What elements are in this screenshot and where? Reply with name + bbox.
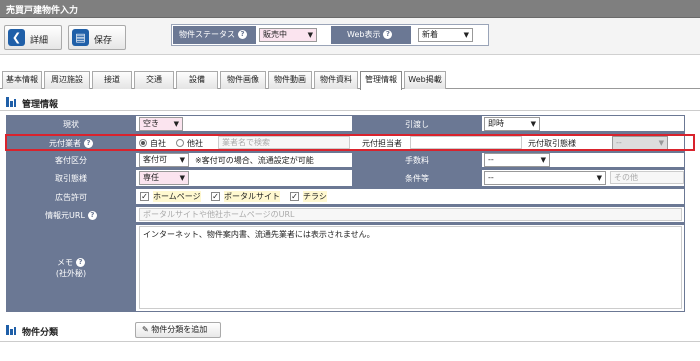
info-url-input[interactable]: ポータルサイトや他社ホームページのURL	[139, 208, 682, 221]
brokerage-value: 客付可	[143, 155, 167, 164]
brokerage-label: 客付区分	[55, 156, 87, 165]
memo-label-text: メモ	[57, 258, 73, 267]
property-status-label-text: 物件ステータス	[179, 30, 235, 39]
section-grid-icon	[6, 325, 16, 335]
tab-facilities[interactable]: 設備	[176, 71, 218, 89]
handover-value: 即時	[488, 119, 504, 128]
section-title-management: 管理情報	[22, 100, 59, 110]
section-grid-icon	[6, 97, 16, 107]
tab-management-info[interactable]: 管理情報	[360, 71, 402, 90]
ad-homepage-label: ホームページ	[153, 191, 201, 202]
info-url-label-text: 情報元URL	[45, 211, 85, 220]
tab-web-listing[interactable]: Web掲載	[404, 71, 446, 89]
help-icon[interactable]: ?	[76, 258, 85, 267]
conditions-other-input[interactable]: その他	[610, 171, 684, 184]
ad-flyer-checkbox[interactable]: ✓	[290, 192, 299, 201]
save-button-label: 保存	[94, 36, 113, 46]
brokerage-note: ※客付可の場合、流通設定が可能	[195, 156, 314, 165]
memo-textarea[interactable]: インターネット、物件案内書、流通先業者には表示されません。	[139, 226, 682, 309]
chevron-down-icon: ▼	[307, 31, 313, 39]
ad-flyer-label: チラシ	[303, 191, 327, 202]
save-button[interactable]: ▤ 保存	[68, 25, 126, 50]
web-display-label: Web表示?	[331, 26, 411, 44]
transaction-select[interactable]: 専任 ▼	[139, 171, 189, 185]
memo-sublabel: (社外秘)	[55, 269, 87, 278]
commission-value: --	[488, 155, 494, 164]
status-panel: 物件ステータス? 販売中 ▼ Web表示? 新着 ▼	[171, 24, 489, 46]
ad-portal-label: ポータルサイト	[224, 191, 280, 202]
help-icon[interactable]: ?	[87, 211, 97, 220]
status-value: 空き	[143, 119, 159, 128]
chevron-down-icon: ▼	[179, 174, 185, 182]
window-titlebar: 売買戸建物件入力	[0, 0, 700, 18]
tab-road-access[interactable]: 接道	[92, 71, 132, 89]
add-category-label: 物件分類を追加	[151, 325, 208, 334]
tab-property-videos[interactable]: 物件動画	[268, 71, 312, 89]
chevron-down-icon: ▼	[173, 120, 179, 128]
chevron-down-icon: ▼	[540, 156, 546, 164]
property-status-value: 販売中	[263, 30, 287, 39]
status-select[interactable]: 空き ▼	[139, 117, 183, 131]
tab-bar: 基本情報 周辺施設 接道 交通 設備 物件画像 物件動画 物件資料 管理情報 W…	[0, 71, 700, 90]
tab-transportation[interactable]: 交通	[134, 71, 174, 89]
status-label: 現状	[63, 120, 79, 129]
property-status-select[interactable]: 販売中 ▼	[259, 28, 317, 42]
handover-select[interactable]: 即時 ▼	[484, 117, 540, 131]
chevron-down-icon: ▼	[463, 31, 469, 39]
info-url-label: 情報元URL?	[6, 210, 136, 221]
memo-label: メモ?	[6, 257, 136, 268]
section-divider	[0, 110, 700, 111]
commission-select[interactable]: -- ▼	[484, 153, 550, 167]
detail-button[interactable]: ❮ 詳細	[4, 25, 62, 50]
floppy-disk-icon: ▤	[72, 29, 89, 46]
handover-label: 引渡し	[405, 120, 429, 129]
conditions-select[interactable]: -- ▼	[484, 171, 606, 185]
edit-icon: ✎	[142, 325, 149, 334]
highlight-box	[5, 134, 695, 151]
tab-property-documents[interactable]: 物件資料	[314, 71, 358, 89]
property-status-label: 物件ステータス?	[173, 26, 256, 44]
web-display-label-text: Web表示	[347, 30, 381, 39]
conditions-label: 条件等	[405, 174, 429, 183]
conditions-value: --	[488, 173, 494, 182]
help-icon[interactable]: ?	[383, 30, 393, 39]
memo-text: インターネット、物件案内書、流通先業者には表示されません。	[143, 230, 375, 239]
chevron-down-icon: ▼	[530, 120, 536, 128]
ad-homepage-checkbox[interactable]: ✓	[140, 192, 149, 201]
tab-basic-info[interactable]: 基本情報	[2, 71, 42, 89]
ad-permission-label: 広告許可	[55, 193, 87, 202]
ad-portal-checkbox[interactable]: ✓	[211, 192, 220, 201]
tab-property-images[interactable]: 物件画像	[220, 71, 266, 89]
tab-nearby-facilities[interactable]: 周辺施設	[44, 71, 90, 89]
web-display-value: 新着	[422, 30, 438, 39]
detail-button-label: 詳細	[30, 36, 49, 46]
help-icon[interactable]: ?	[238, 30, 247, 39]
chevron-down-icon: ▼	[596, 174, 602, 182]
window-title: 売買戸建物件入力	[6, 6, 79, 16]
transaction-value: 専任	[143, 173, 159, 182]
transaction-label: 取引態様	[55, 174, 87, 183]
section-title-category: 物件分類	[22, 328, 59, 338]
add-category-button[interactable]: ✎ 物件分類を追加	[135, 322, 221, 338]
back-arrow-icon: ❮	[8, 29, 25, 46]
commission-label: 手数料	[405, 156, 429, 165]
web-display-select[interactable]: 新着 ▼	[418, 28, 473, 42]
brokerage-select[interactable]: 客付可 ▼	[139, 153, 189, 167]
chevron-down-icon: ▼	[179, 156, 185, 164]
section-divider	[0, 341, 700, 342]
